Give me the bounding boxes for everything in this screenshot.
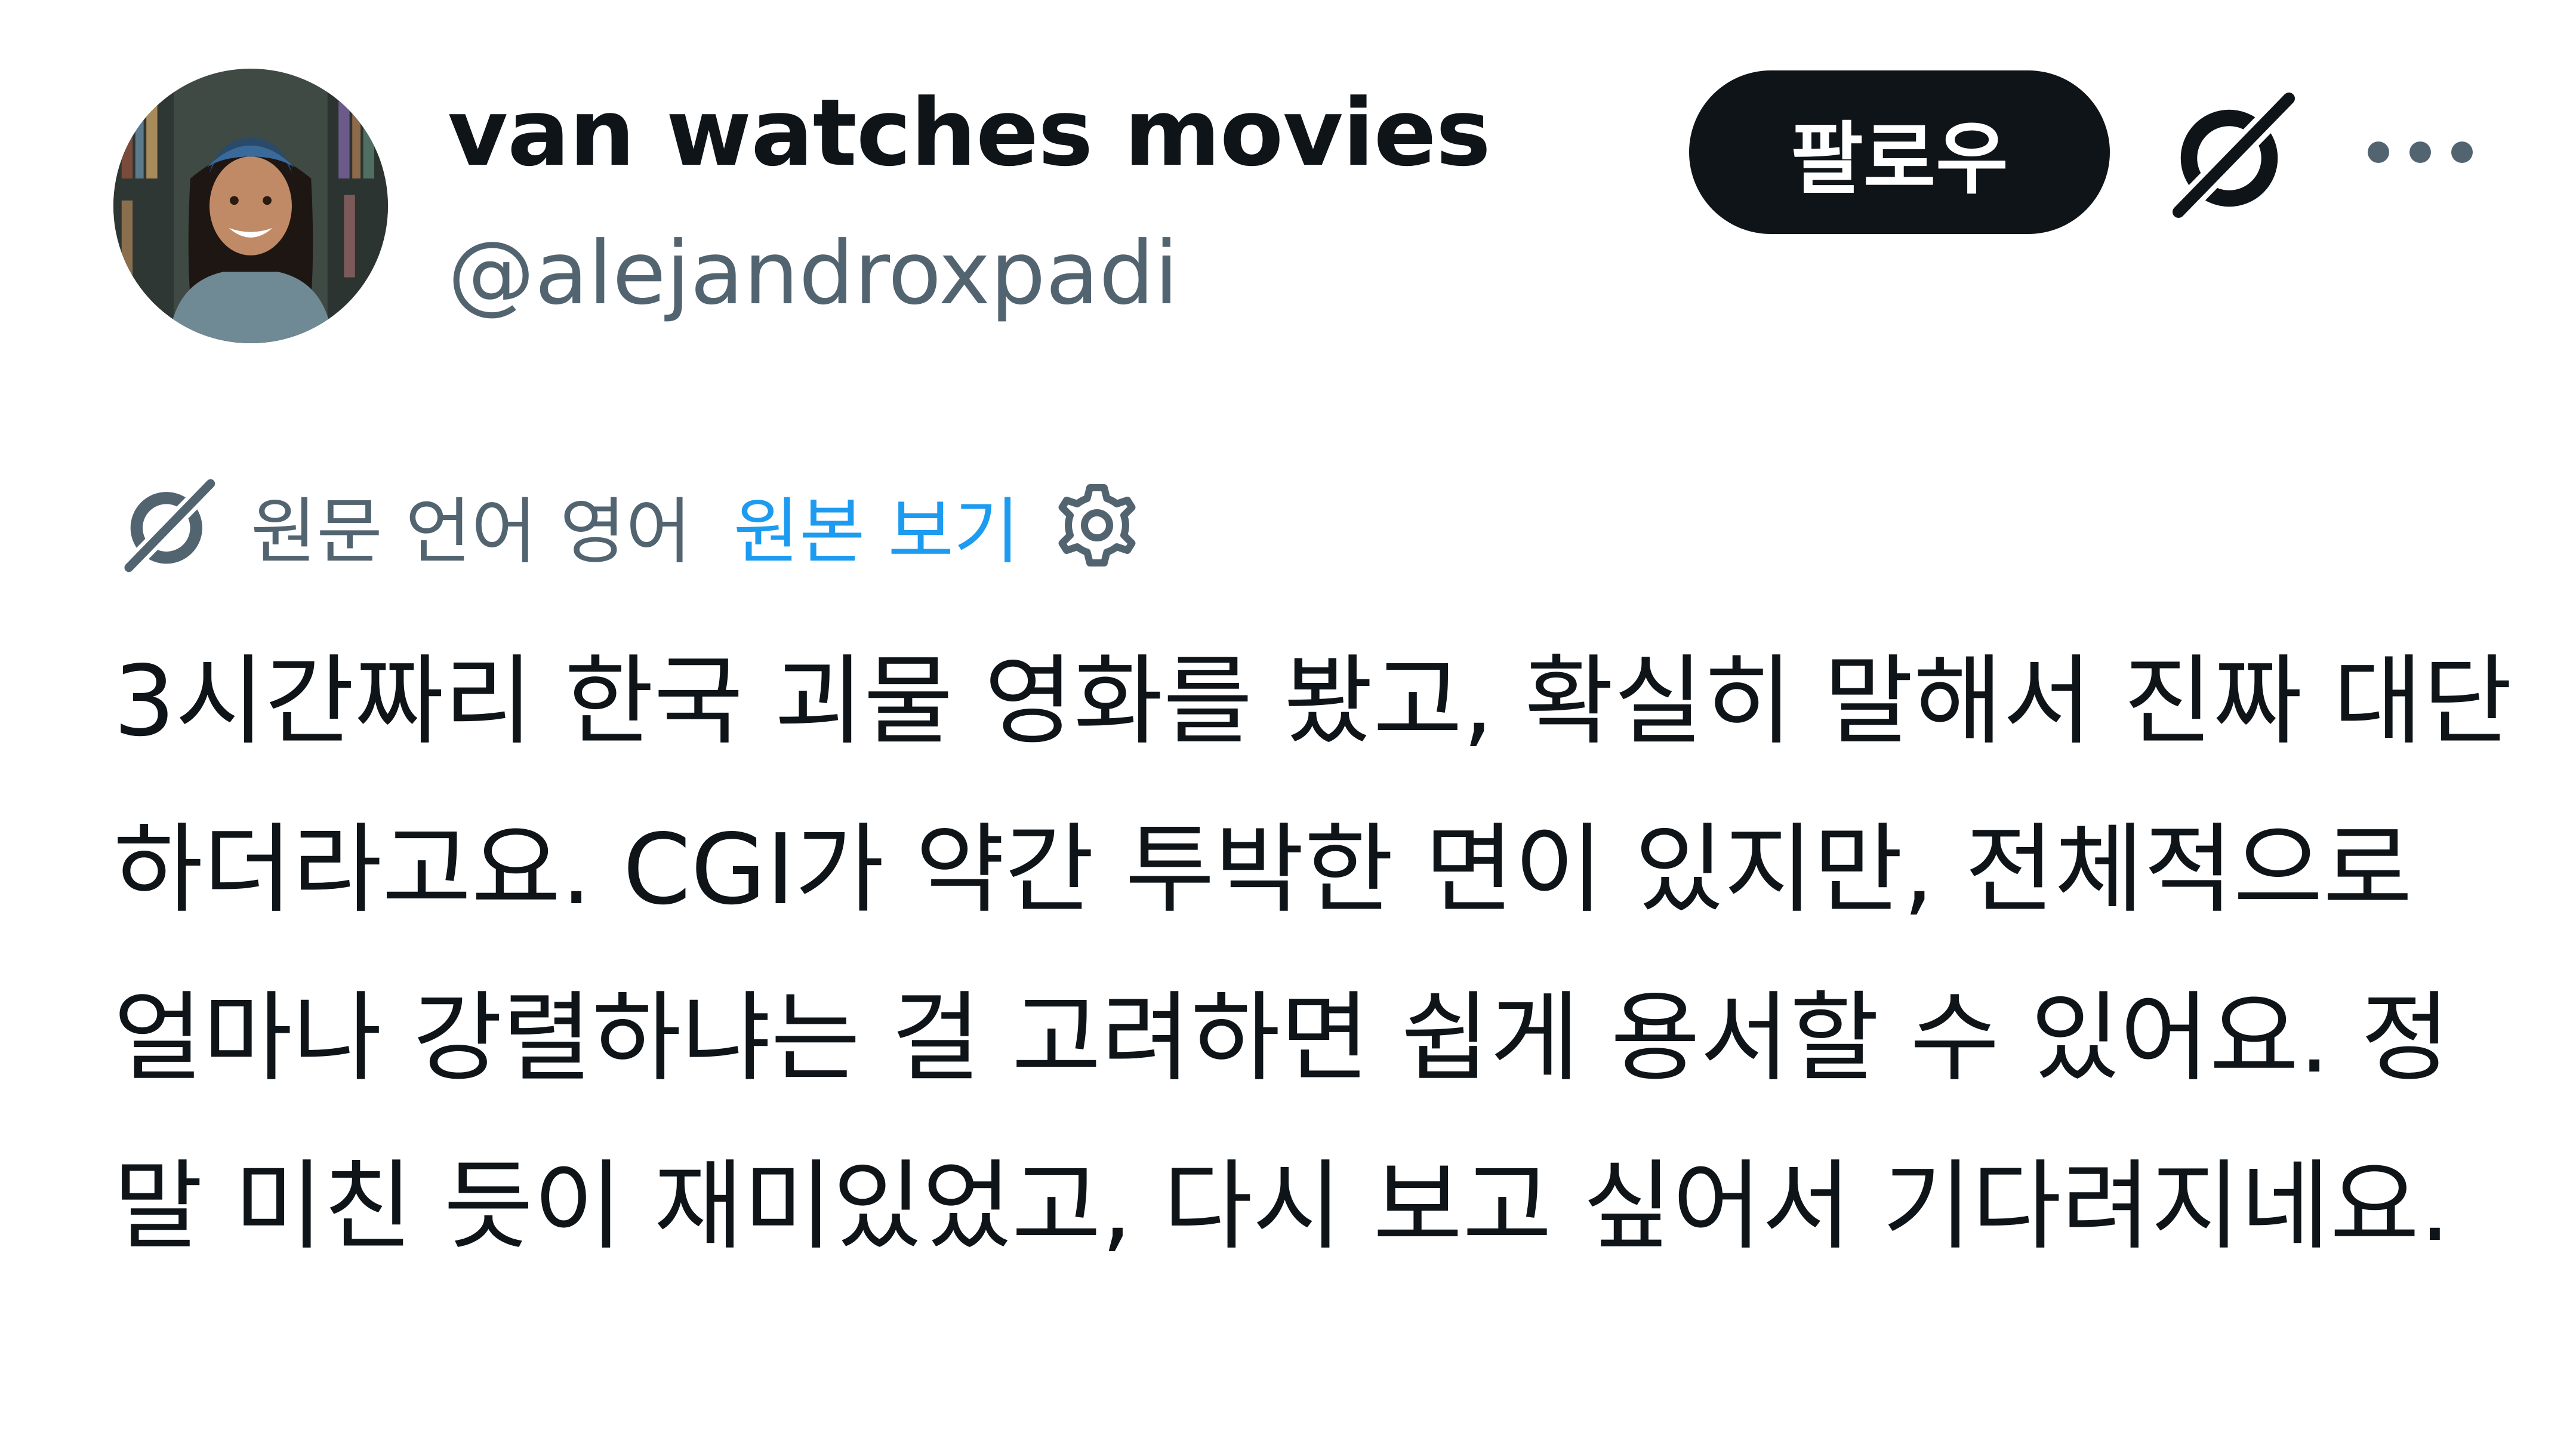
follow-button[interactable]: 팔로우	[1689, 70, 2110, 234]
grok-icon[interactable]	[2158, 81, 2307, 230]
view-original-link[interactable]: 원본 보기	[734, 473, 1020, 577]
translation-label: 원문 언어 영어	[251, 491, 692, 574]
avatar[interactable]	[113, 69, 388, 343]
grok-icon	[113, 470, 224, 581]
more-icon[interactable]	[2361, 128, 2480, 176]
tweet-text: 3시간짜리 한국 괴물 영화를 봤고, 확실히 말해서 진짜 대단하더라고요. …	[113, 645, 2513, 1263]
user-handle[interactable]: @alejandroxpadi	[448, 230, 1179, 317]
gear-icon[interactable]	[1052, 481, 1142, 570]
translation-notice: 원문 언어 영어 원본 보기	[113, 470, 1142, 581]
display-name[interactable]: van watches movies	[448, 87, 1491, 179]
